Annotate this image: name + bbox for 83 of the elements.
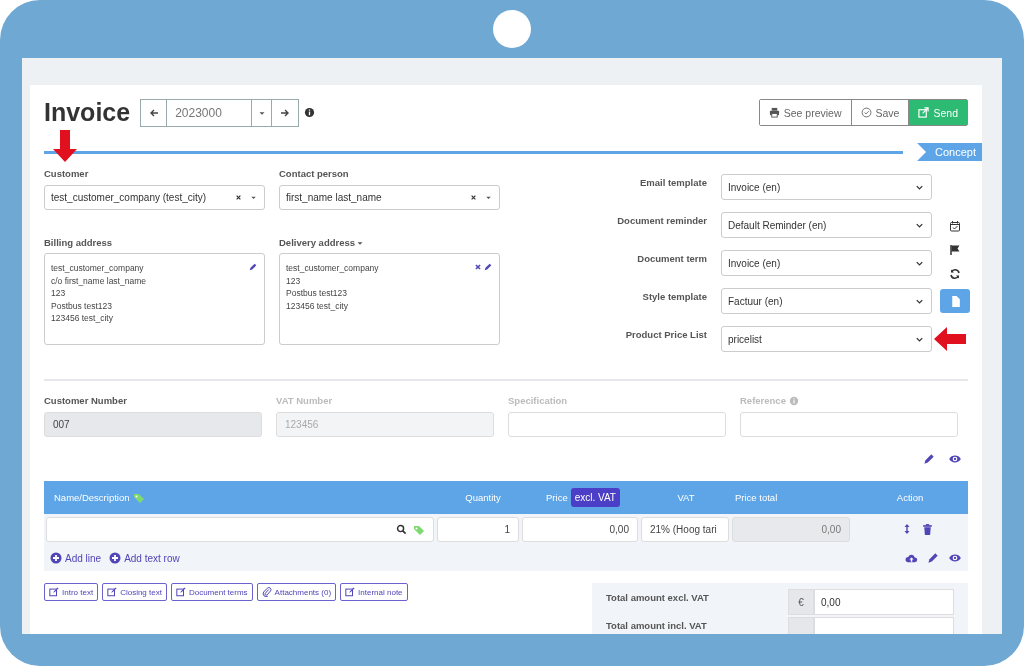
trash-icon bbox=[921, 523, 934, 536]
template-select[interactable]: Default Reminder (en) bbox=[721, 212, 932, 238]
calendar-icon bbox=[949, 220, 961, 232]
address-line: 123456 test_city bbox=[51, 312, 114, 325]
add-button[interactable]: Add text row bbox=[109, 552, 180, 564]
total-field[interactable]: 0,00 bbox=[814, 589, 954, 615]
field-label: Delivery address bbox=[279, 237, 356, 248]
text-button[interactable]: Closing text bbox=[102, 583, 167, 601]
field-label: Reference bbox=[740, 395, 786, 406]
total-field: 0,00 bbox=[732, 517, 850, 542]
page-title: Invoice bbox=[44, 98, 131, 127]
setting-label: Style template bbox=[641, 290, 707, 302]
address-line: 123456 test_city bbox=[286, 299, 349, 312]
tag-icon bbox=[413, 523, 425, 536]
address-line: 123 bbox=[286, 274, 302, 287]
input-field[interactable] bbox=[740, 412, 958, 437]
total-label: Total amount incl. VAT bbox=[606, 619, 708, 631]
field-label: VAT Number bbox=[276, 395, 333, 406]
refresh-icon bbox=[949, 268, 961, 280]
status-tag: Concept bbox=[917, 143, 982, 161]
field-label: Billing address bbox=[44, 237, 113, 248]
template-select[interactable]: Factuur (en) bbox=[721, 288, 932, 314]
input-field[interactable] bbox=[508, 412, 726, 437]
vat-badge: excl. VAT bbox=[570, 488, 620, 507]
input-field[interactable]: 007 bbox=[44, 412, 262, 437]
external-link-icon bbox=[918, 107, 930, 118]
plus-circle-icon bbox=[50, 552, 62, 564]
column-header: Price bbox=[546, 492, 568, 503]
pencil-icon bbox=[248, 262, 258, 272]
setting-label: Document reminder bbox=[616, 214, 707, 226]
address-line: test_customer_company bbox=[286, 262, 380, 275]
column-header: Quantity bbox=[465, 492, 501, 503]
column-header: VAT bbox=[677, 492, 695, 503]
column-header: Price total bbox=[735, 492, 778, 503]
clear-icon bbox=[469, 193, 478, 202]
vat-select[interactable]: 21% (Hoog tari bbox=[641, 517, 729, 542]
pencil-icon bbox=[926, 551, 940, 565]
info-icon bbox=[304, 106, 316, 118]
clear-icon bbox=[473, 262, 483, 272]
paperclip-icon bbox=[261, 587, 272, 597]
plus-circle-icon bbox=[109, 552, 122, 564]
pencil-icon bbox=[922, 452, 936, 466]
check-circle-icon bbox=[860, 107, 872, 118]
address-line: Postbus test123 bbox=[51, 299, 113, 312]
field-label: Specification bbox=[508, 395, 568, 406]
edit-icon bbox=[107, 587, 118, 597]
edit-icon bbox=[49, 587, 59, 597]
column-header: Name/Description bbox=[54, 492, 130, 503]
price-field[interactable]: 0,00 bbox=[522, 517, 638, 542]
search-icon bbox=[396, 524, 407, 535]
customer-select[interactable]: test_customer_company (test_city) bbox=[44, 185, 265, 210]
field-label: Customer Number bbox=[44, 395, 127, 406]
address-line: Postbus test123 bbox=[286, 287, 348, 300]
description-field[interactable] bbox=[46, 517, 434, 542]
setting-label: Document term bbox=[636, 252, 707, 264]
clear-icon bbox=[234, 193, 243, 202]
quantity-field[interactable]: 1 bbox=[437, 517, 519, 542]
printer-icon bbox=[768, 107, 780, 118]
template-select[interactable]: Invoice (en) bbox=[721, 174, 932, 200]
text-button[interactable]: Internal note bbox=[340, 583, 408, 601]
setting-label: Product Price List bbox=[624, 328, 707, 340]
action-button[interactable]: See preview bbox=[759, 100, 852, 125]
text-button[interactable]: Intro text bbox=[44, 583, 99, 601]
setting-label: Email template bbox=[638, 176, 707, 188]
address-line: test_customer_company bbox=[51, 262, 145, 275]
total-label: Total amount excl. VAT bbox=[606, 591, 710, 603]
field-label: Contact person bbox=[279, 168, 350, 179]
currency-addon: € bbox=[788, 589, 814, 615]
edit-icon bbox=[345, 587, 356, 597]
contact-select[interactable]: first_name last_name bbox=[279, 185, 500, 210]
text-button[interactable]: Document terms bbox=[170, 583, 253, 601]
template-select[interactable]: pricelist bbox=[721, 326, 932, 352]
add-button[interactable]: Add line bbox=[50, 552, 102, 564]
address-line: c/o first_name last_name bbox=[51, 274, 147, 287]
camera-dot bbox=[493, 10, 531, 48]
address-line: 123 bbox=[51, 287, 67, 300]
template-select[interactable]: Invoice (en) bbox=[721, 250, 932, 276]
pencil-icon bbox=[483, 262, 493, 272]
column-header: Action bbox=[896, 492, 924, 503]
field-label: Customer bbox=[44, 168, 90, 179]
edit-icon bbox=[175, 587, 186, 597]
flag-icon bbox=[949, 244, 961, 256]
text-button[interactable]: Attachments (0) bbox=[256, 583, 337, 601]
